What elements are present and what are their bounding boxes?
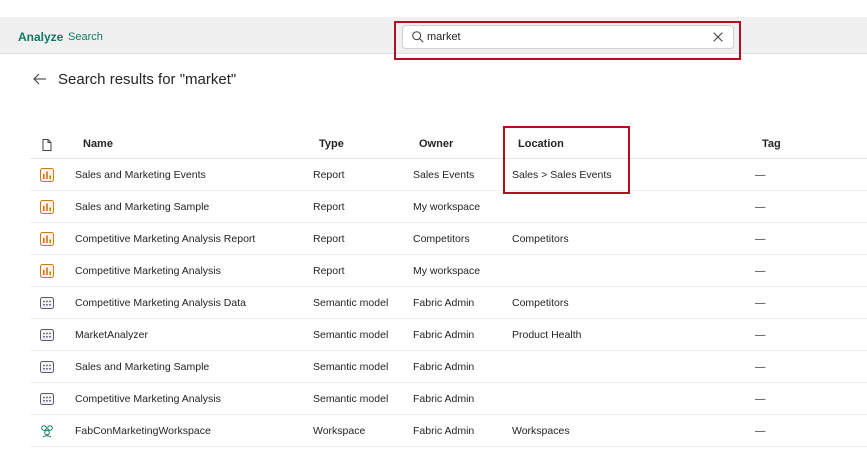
column-header-type[interactable]: Type [319,138,344,150]
row-tag: — [755,297,766,309]
row-tag: — [755,329,766,341]
row-name[interactable]: Competitive Marketing Analysis Report [75,233,255,245]
row-owner: Competitors [413,233,470,245]
row-owner: Fabric Admin [413,425,475,437]
row-tag: — [755,425,766,437]
search-box[interactable] [402,25,734,49]
row-owner: Fabric Admin [413,297,475,309]
row-type: Workspace [313,425,366,437]
row-owner: Fabric Admin [413,393,475,405]
column-header-location[interactable]: Location [518,138,564,150]
row-name[interactable]: Sales and Marketing Sample [75,361,209,373]
row-type: Report [313,201,345,213]
table-row[interactable]: Competitive Marketing Analysis Semantic m… [30,383,867,415]
table-row[interactable]: Sales and Marketing Sample Semantic model… [30,351,867,383]
column-header-name[interactable]: Name [83,138,113,150]
row-name[interactable]: FabConMarketingWorkspace [75,425,211,437]
semantic-model-icon [40,328,54,342]
row-name[interactable]: Sales and Marketing Events [75,169,206,181]
semantic-model-icon [40,392,54,406]
row-tag: — [755,393,766,405]
table-row[interactable]: FabConMarketingWorkspace Workspace Fabric … [30,415,867,447]
row-owner: Fabric Admin [413,329,475,341]
table-row[interactable]: Competitive Marketing Analysis Report My w… [30,255,867,287]
search-icon [412,31,424,43]
search-input[interactable] [427,29,697,45]
row-type: Report [313,169,345,181]
app-brand[interactable]: Analyze [18,30,63,44]
semantic-model-icon [40,360,54,374]
row-name[interactable]: Sales and Marketing Sample [75,201,209,213]
back-arrow-icon[interactable] [32,71,48,87]
row-type: Semantic model [313,297,389,309]
row-name[interactable]: MarketAnalyzer [75,329,148,341]
table-row[interactable]: Sales and Marketing Events Report Sales Ev… [30,159,867,191]
row-type: Report [313,233,345,245]
row-type: Semantic model [313,361,389,373]
table-row[interactable]: MarketAnalyzer Semantic model Fabric Admin… [30,319,867,351]
row-location[interactable]: Workspaces [512,425,570,437]
close-icon[interactable] [711,30,725,44]
row-type: Semantic model [313,393,389,405]
row-location[interactable]: Product Health [512,329,581,341]
row-owner: Sales Events [413,169,475,181]
semantic-model-icon [40,296,54,310]
column-header-tag[interactable]: Tag [762,138,781,150]
row-name[interactable]: Competitive Marketing Analysis [75,393,221,405]
row-location[interactable]: Competitors [512,297,569,309]
row-tag: — [755,169,766,181]
table-row[interactable]: Sales and Marketing Sample Report My works… [30,191,867,223]
row-owner: My workspace [413,201,481,213]
row-name[interactable]: Competitive Marketing Analysis [75,265,221,277]
report-icon [40,200,54,214]
results-table: Name Type Owner Location Tag Sales and M… [30,128,867,447]
report-icon [40,264,54,278]
report-icon [40,168,54,182]
workspace-icon [40,424,54,438]
row-location[interactable]: Competitors [512,233,569,245]
report-icon [40,232,54,246]
table-row[interactable]: Competitive Marketing Analysis Data Seman… [30,287,867,319]
row-tag: — [755,265,766,277]
table-row[interactable]: Competitive Marketing Analysis Report Rep… [30,223,867,255]
row-owner: Fabric Admin [413,361,475,373]
breadcrumb-search[interactable]: Search [68,31,103,43]
table-header: Name Type Owner Location Tag [30,128,867,159]
column-header-owner[interactable]: Owner [419,138,453,150]
row-name[interactable]: Competitive Marketing Analysis Data [75,297,246,309]
row-type: Report [313,265,345,277]
page-title: Search results for "market" [58,71,237,88]
row-tag: — [755,361,766,373]
file-type-icon [42,139,52,151]
row-type: Semantic model [313,329,389,341]
row-tag: — [755,201,766,213]
row-location[interactable]: Sales > Sales Events [512,169,612,181]
row-tag: — [755,233,766,245]
row-owner: My workspace [413,265,481,277]
